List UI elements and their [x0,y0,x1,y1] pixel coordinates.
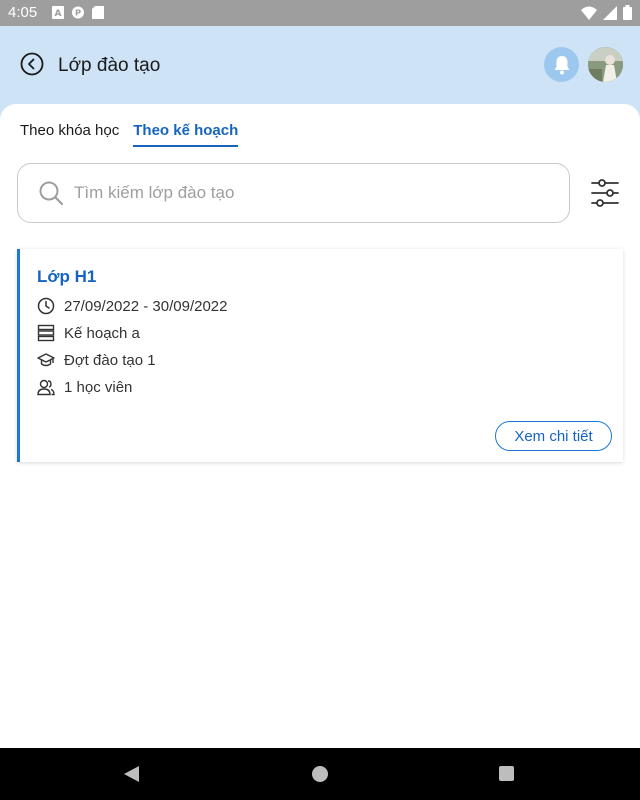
search-box[interactable] [17,163,570,223]
batch-name: Đợt đào tạo 1 [64,351,156,369]
app-header: Lớp đào tạo [0,26,640,106]
students-row: 1 học viên [37,378,132,396]
users-icon [37,379,55,396]
student-count: 1 học viên [64,378,133,396]
clock-icon [37,297,55,315]
nav-home-icon[interactable] [312,766,328,782]
tab-by-plan[interactable]: Theo kế hoạch [133,122,239,147]
plan-name: Kế hoạch a [64,324,140,342]
avatar[interactable] [588,47,623,82]
svg-text:A: A [55,9,62,19]
list-icon [37,324,55,342]
sliders-icon[interactable] [590,178,620,208]
sd-card-icon [92,6,104,19]
signal-icon [603,5,617,20]
plan-row: Kế hoạch a [37,324,140,342]
status-time: 4:05 [8,4,38,21]
tab-by-course[interactable]: Theo khóa học [20,122,119,147]
date-row: 27/09/2022 - 30/09/2022 [37,297,227,315]
search-input[interactable] [74,183,534,203]
nav-recent-icon[interactable] [499,766,514,781]
page-title: Lớp đào tạo [58,55,161,76]
tab-bar: Theo khóa học Theo kế hoạch [20,122,239,147]
content-sheet: Theo khóa học Theo kế hoạch Lớp H1 27/09… [0,104,640,748]
bell-icon [554,55,569,74]
svg-text:P: P [75,8,81,18]
status-icons-right [581,5,632,20]
class-title: Lớp H1 [37,267,97,286]
class-card[interactable]: Lớp H1 27/09/2022 - 30/09/2022 Kế hoạch … [17,249,623,462]
back-circle-icon[interactable] [20,52,44,76]
status-icons-left: A P [52,6,104,19]
search-icon [39,181,64,206]
date-range: 27/09/2022 - 30/09/2022 [64,297,228,315]
a-icon: A [52,6,64,19]
graduation-cap-icon [37,353,55,367]
status-bar: 4:05 A P [0,0,640,26]
wifi-icon [581,6,597,20]
batch-row: Đợt đào tạo 1 [37,351,156,369]
view-detail-button[interactable]: Xem chi tiết [495,421,612,451]
p-icon: P [72,6,84,19]
notification-button[interactable] [544,47,579,82]
nav-back-icon[interactable] [124,766,140,782]
user-avatar-image [588,47,623,82]
battery-icon [623,5,632,20]
system-nav-bar [0,748,640,800]
